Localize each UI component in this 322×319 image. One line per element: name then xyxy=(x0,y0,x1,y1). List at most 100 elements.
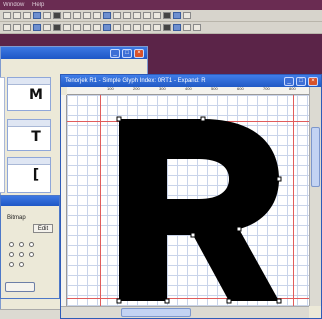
ruler-tick-label: 200 xyxy=(133,87,140,91)
grid-icon[interactable] xyxy=(83,12,91,19)
menu-window[interactable]: Window xyxy=(3,2,24,8)
toolbar-main xyxy=(0,10,322,22)
hint-icon[interactable] xyxy=(163,24,171,31)
control-point xyxy=(276,298,282,304)
zoom-in-icon[interactable] xyxy=(103,12,111,19)
glyph-window: Tenorjek R1 - Simple Glyph Index: 0RT1 -… xyxy=(60,74,322,319)
align-center-icon[interactable] xyxy=(73,24,81,31)
skew-icon[interactable] xyxy=(53,24,61,31)
node-icon[interactable] xyxy=(103,24,111,31)
radio-option[interactable] xyxy=(19,252,24,257)
glyph-canvas[interactable] xyxy=(67,95,309,306)
align-left-icon[interactable] xyxy=(63,24,71,31)
glyph-outline-r[interactable] xyxy=(95,101,295,306)
bitmap-edit-field[interactable]: Edit xyxy=(33,224,53,233)
pointer-icon[interactable] xyxy=(123,12,131,19)
ruler-tick-label: 700 xyxy=(263,87,270,91)
glyph-horizontal-scrollbar[interactable] xyxy=(61,306,309,318)
font-window-titlebar[interactable]: _ □ × xyxy=(1,47,147,59)
distribute-icon[interactable] xyxy=(93,24,101,31)
undo-icon[interactable] xyxy=(63,12,71,19)
preview-icon[interactable] xyxy=(193,24,201,31)
glyph-cell-header xyxy=(8,78,50,85)
glyph-cell-bracket[interactable]: [ xyxy=(7,157,51,193)
close-button[interactable]: × xyxy=(308,76,318,86)
rotate-icon[interactable] xyxy=(23,24,31,31)
glyph-window-titlebar[interactable]: Tenorjek R1 - Simple Glyph Index: 0RT1 -… xyxy=(61,75,321,87)
glyph-cell-label: M xyxy=(29,87,43,103)
ruler-tick-label: 100 xyxy=(107,87,114,91)
glyph-cell-header xyxy=(8,158,50,165)
control-point xyxy=(236,226,242,232)
cut-icon[interactable] xyxy=(33,12,41,19)
point-icon[interactable] xyxy=(143,24,151,31)
scroll-thumb[interactable] xyxy=(121,308,191,317)
open-icon[interactable] xyxy=(13,12,21,19)
ruler-tick-label: 500 xyxy=(211,87,218,91)
minimize-button[interactable]: _ xyxy=(110,48,120,58)
help-icon[interactable] xyxy=(183,12,191,19)
glyph-cell-m[interactable]: M xyxy=(7,77,51,111)
glyph-cell-header xyxy=(8,120,50,127)
scroll-thumb[interactable] xyxy=(311,127,320,187)
maximize-button[interactable]: □ xyxy=(296,76,306,86)
radio-option[interactable] xyxy=(29,242,34,247)
bitmap-dialog-titlebar[interactable] xyxy=(1,196,59,206)
glyph-cell-label: [ xyxy=(32,167,40,183)
control-point xyxy=(190,232,196,238)
kerning-icon[interactable] xyxy=(173,24,181,31)
radio-option[interactable] xyxy=(29,252,34,257)
ruler-icon[interactable] xyxy=(163,12,171,19)
maximize-button[interactable]: □ xyxy=(122,48,132,58)
glyph-cell-partial xyxy=(0,77,5,193)
zoom-out-icon[interactable] xyxy=(113,12,121,19)
flip-icon[interactable] xyxy=(33,24,41,31)
control-point xyxy=(276,176,282,182)
menubar: Window Help xyxy=(0,0,322,10)
paste-icon[interactable] xyxy=(53,12,61,19)
radio-option[interactable] xyxy=(9,252,14,257)
glyph-cell-label: T xyxy=(31,129,41,145)
radio-option[interactable] xyxy=(9,262,14,267)
control-point xyxy=(116,298,122,304)
contour-icon[interactable] xyxy=(153,24,161,31)
radio-option[interactable] xyxy=(9,242,14,247)
minimize-button[interactable]: _ xyxy=(284,76,294,86)
corner-icon[interactable] xyxy=(113,24,121,31)
glyph-cell-t[interactable]: T xyxy=(7,119,51,151)
pen-icon[interactable] xyxy=(133,12,141,19)
radio-option[interactable] xyxy=(19,242,24,247)
horizontal-ruler: 100200300400500600700800900 xyxy=(67,87,309,95)
redo-icon[interactable] xyxy=(73,12,81,19)
align-right-icon[interactable] xyxy=(83,24,91,31)
tangent-icon[interactable] xyxy=(133,24,141,31)
glyph-window-title: Tenorjek R1 - Simple Glyph Index: 0RT1 -… xyxy=(65,78,206,84)
curve-icon[interactable] xyxy=(153,12,161,19)
save-icon[interactable] xyxy=(23,12,31,19)
copy-icon[interactable] xyxy=(43,12,51,19)
fill-icon[interactable] xyxy=(173,12,181,19)
ruler-tick-label: 300 xyxy=(159,87,166,91)
metrics-icon[interactable] xyxy=(183,24,191,31)
bitmap-dialog: Bitmap Edit xyxy=(0,195,60,299)
bitmap-label: Bitmap xyxy=(7,215,26,221)
line-icon[interactable] xyxy=(143,12,151,19)
ruler-tick-label: 400 xyxy=(185,87,192,91)
select-icon[interactable] xyxy=(3,24,11,31)
radio-option[interactable] xyxy=(19,262,24,267)
move-icon[interactable] xyxy=(13,24,21,31)
ruler-tick-label: 800 xyxy=(289,87,296,91)
menu-help[interactable]: Help xyxy=(32,2,44,8)
new-icon[interactable] xyxy=(3,12,11,19)
smooth-icon[interactable] xyxy=(123,24,131,31)
control-point xyxy=(200,116,206,122)
control-point xyxy=(116,116,122,122)
control-point xyxy=(164,298,170,304)
dialog-button[interactable] xyxy=(5,282,35,292)
scale-icon[interactable] xyxy=(43,24,51,31)
toolbar-tools xyxy=(0,22,322,34)
control-point xyxy=(226,298,232,304)
snap-icon[interactable] xyxy=(93,12,101,19)
glyph-vertical-scrollbar[interactable] xyxy=(309,87,321,306)
close-button[interactable]: × xyxy=(134,48,144,58)
